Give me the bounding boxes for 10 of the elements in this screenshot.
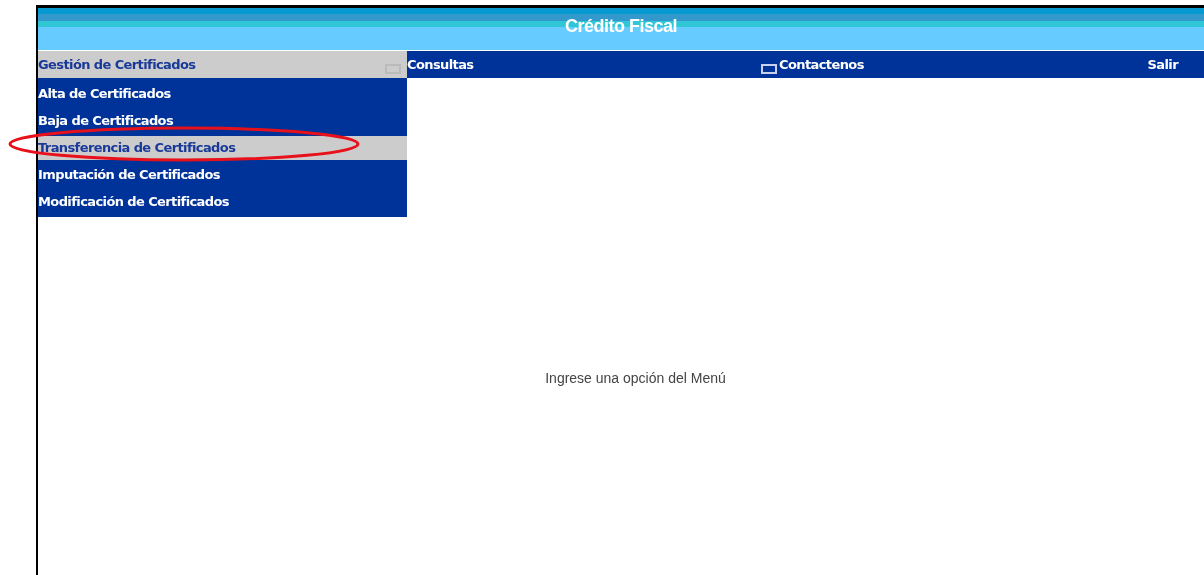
submenu-item[interactable]: Baja de Certificados [38, 107, 407, 134]
prompt-message: Ingrese una opción del Menú [545, 370, 726, 387]
menu-item[interactable]: Consultas [407, 57, 474, 72]
menu-item[interactable]: Salir [1147, 57, 1178, 72]
submenu-item[interactable]: Transferencia de Certificados [38, 136, 407, 160]
submenu-item[interactable]: Alta de Certificados [38, 80, 407, 107]
window-title: Crédito Fiscal [565, 16, 677, 37]
submenu-item[interactable]: Imputación de Certificados [38, 161, 407, 188]
menu-item[interactable]: Contactenos [779, 57, 864, 72]
submenu-item[interactable]: Modificación de Certificados [38, 188, 407, 215]
